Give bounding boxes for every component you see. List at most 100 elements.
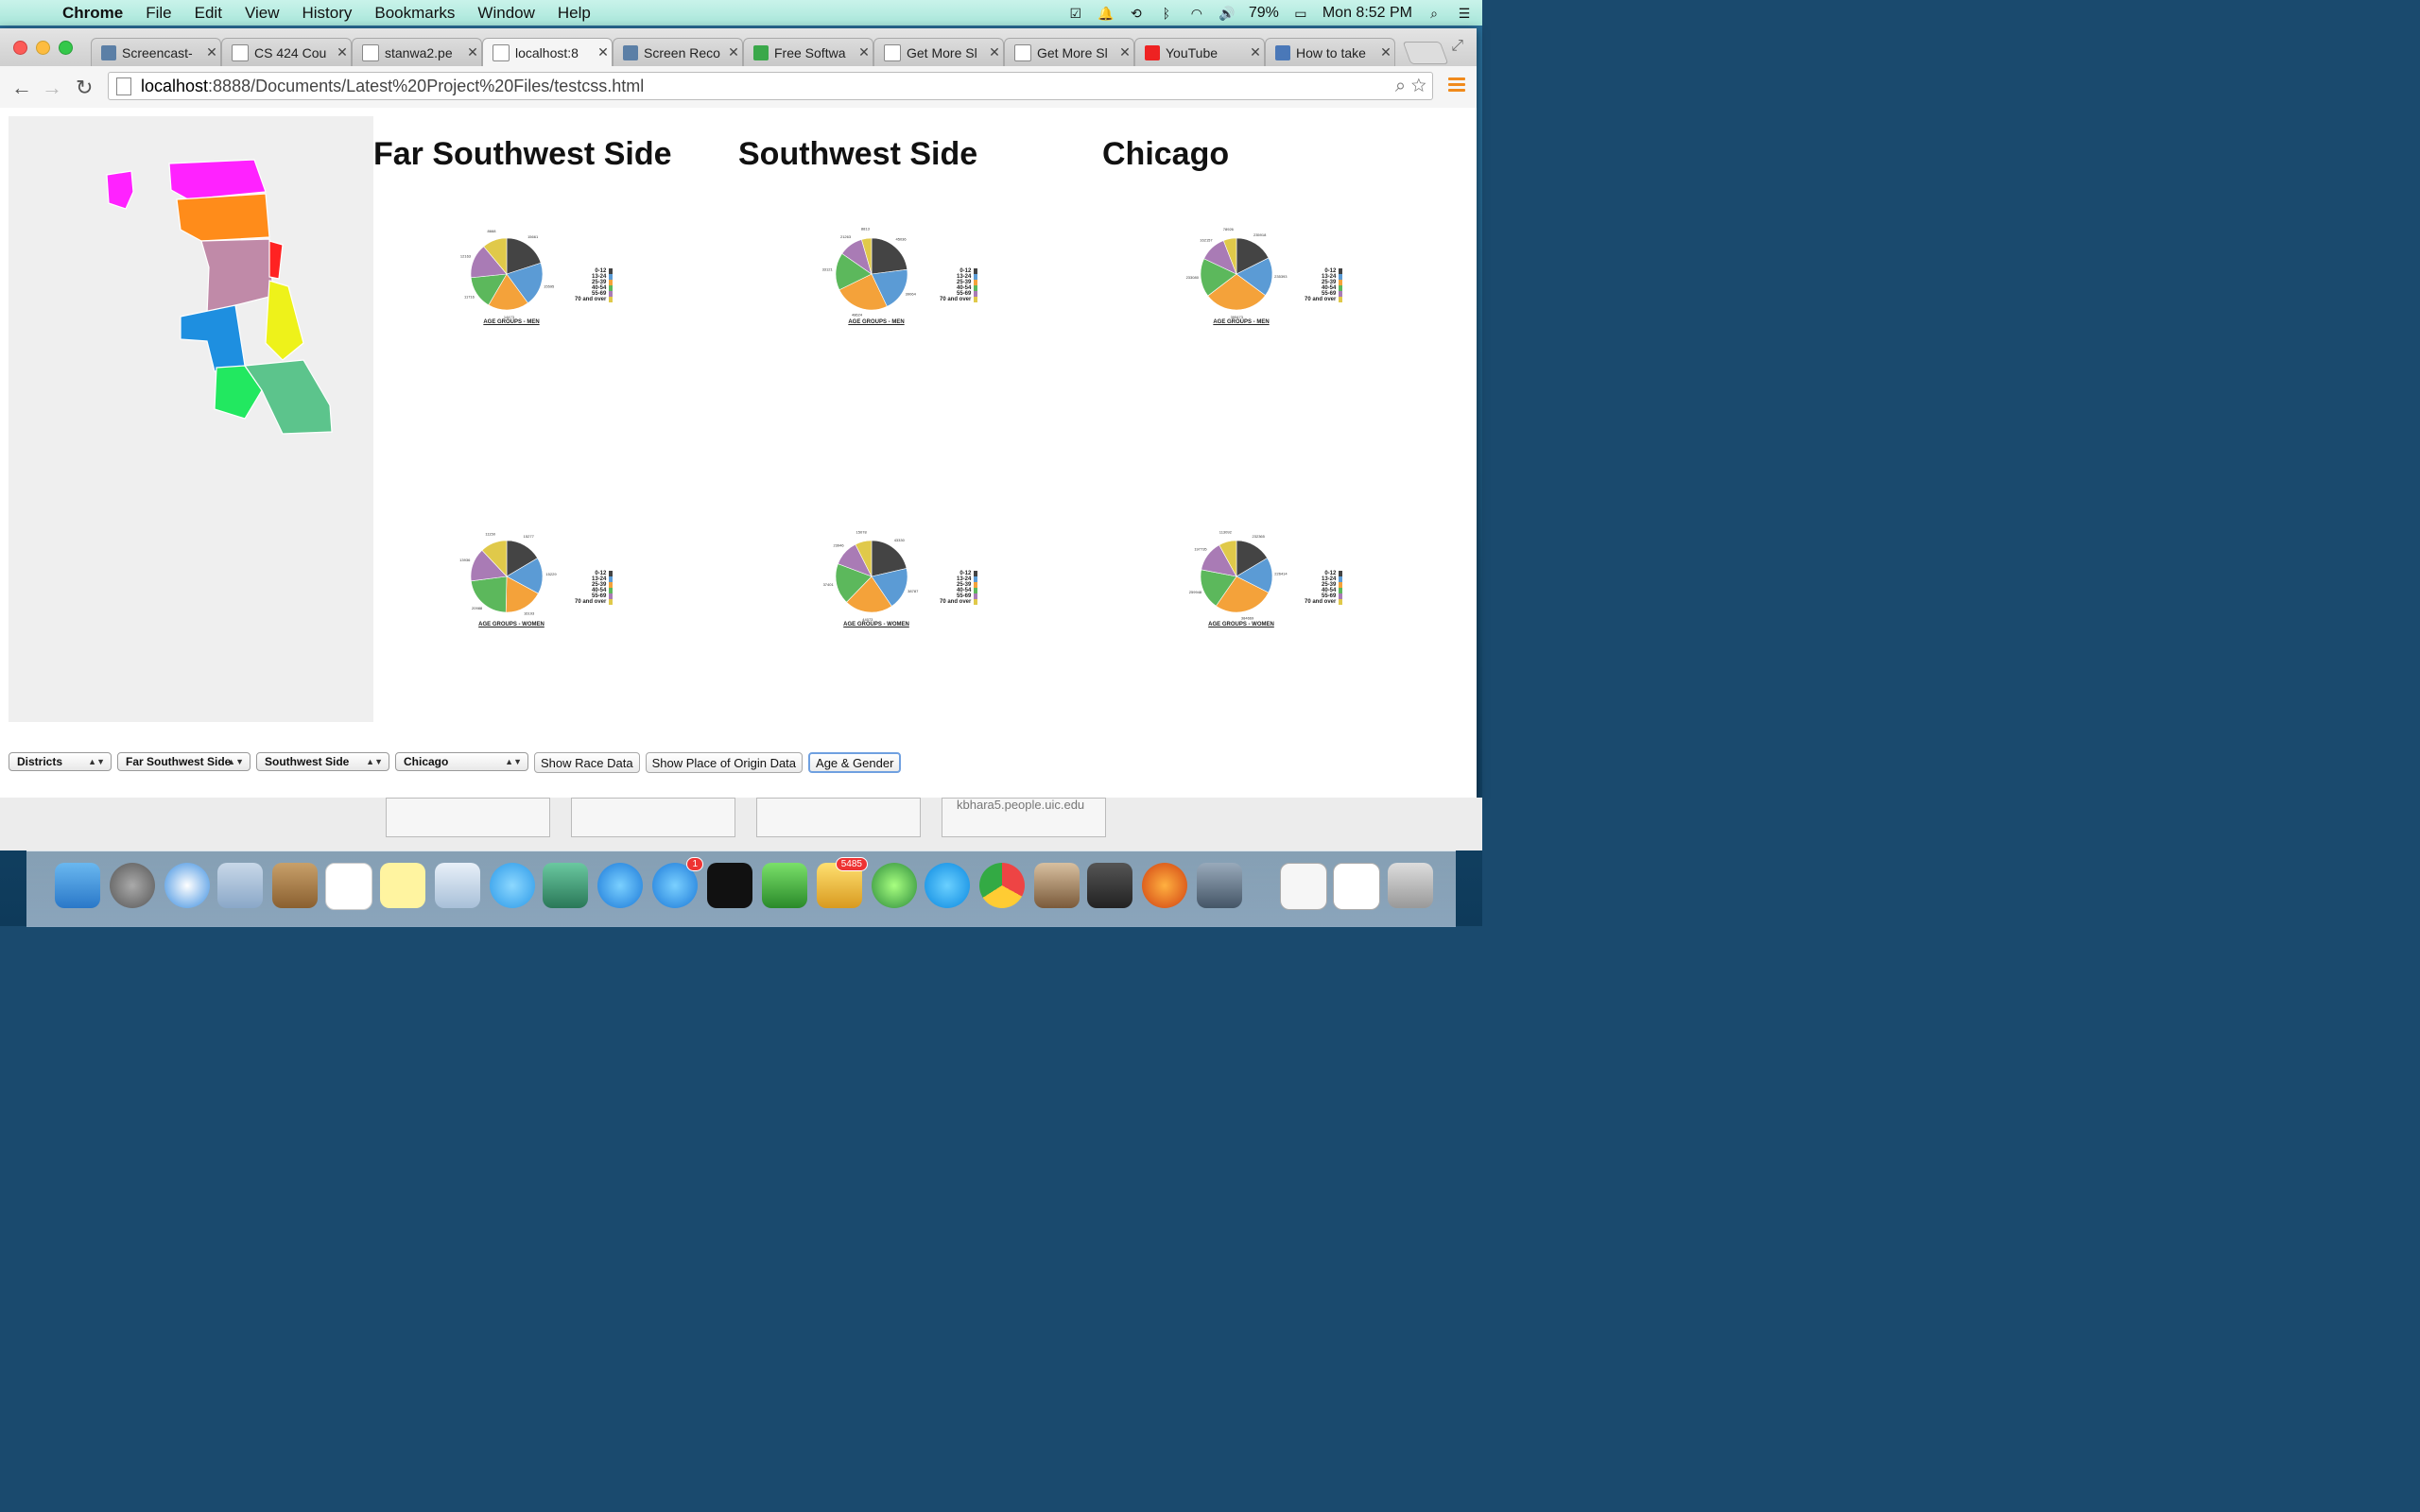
browser-tab[interactable]: YouTube ✕ (1134, 38, 1265, 66)
document-thumbnail[interactable] (571, 798, 735, 837)
list-menu-icon[interactable]: ☰ (1456, 6, 1473, 21)
region2-select[interactable]: Southwest Side ▲▼ (256, 752, 389, 771)
menu-file[interactable]: File (146, 4, 171, 23)
trash-icon[interactable] (1388, 863, 1433, 908)
downloader-icon[interactable] (872, 863, 917, 908)
menu-window[interactable]: Window (477, 4, 534, 23)
district-region[interactable] (106, 170, 134, 210)
menu-bookmarks[interactable]: Bookmarks (374, 4, 455, 23)
browser-tab[interactable]: Get More Sl ✕ (1004, 38, 1134, 66)
district-region[interactable] (180, 304, 246, 372)
battery-percent[interactable]: 79% (1249, 5, 1279, 22)
preview-icon[interactable] (1034, 863, 1080, 908)
fullscreen-icon[interactable]: ⤢ (1451, 38, 1463, 55)
menu-app-name[interactable]: Chrome (62, 4, 123, 23)
browser-tab[interactable]: Get More Sl ✕ (873, 38, 1004, 66)
close-tab-icon[interactable]: ✕ (203, 44, 220, 60)
sublime-text-icon[interactable] (1087, 863, 1132, 908)
zoom-window-button[interactable] (59, 41, 73, 55)
browser-tab[interactable]: Screencast- ✕ (91, 38, 221, 66)
minimize-window-button[interactable] (36, 41, 50, 55)
browser-tab[interactable]: localhost:8 ✕ (482, 38, 613, 66)
close-tab-icon[interactable]: ✕ (595, 44, 612, 60)
messages-icon[interactable] (490, 863, 535, 908)
chrome-icon[interactable] (979, 863, 1025, 908)
notes-icon[interactable] (380, 863, 425, 908)
chicago-district-map[interactable] (103, 154, 339, 438)
search-icon[interactable]: ⌕ (1395, 76, 1406, 96)
document-stack-icon[interactable] (1280, 863, 1327, 910)
district-region[interactable] (176, 193, 270, 242)
finder-icon[interactable] (55, 863, 100, 908)
clock[interactable]: Mon 8:52 PM (1322, 5, 1412, 22)
close-tab-icon[interactable]: ✕ (725, 44, 742, 60)
volume-icon[interactable]: 🔊 (1219, 6, 1236, 21)
close-tab-icon[interactable]: ✕ (856, 44, 873, 60)
back-arrow-icon[interactable]: ← (11, 76, 32, 100)
spotlight-search-icon[interactable]: ⌕ (1426, 6, 1443, 21)
district-region[interactable] (265, 280, 304, 361)
browser-tab[interactable]: stanwa2.pe ✕ (352, 38, 482, 66)
bluetooth-icon[interactable]: ᛒ (1158, 6, 1175, 21)
districts-select[interactable]: Districts ▲▼ (9, 752, 112, 771)
close-tab-icon[interactable]: ✕ (986, 44, 1003, 60)
contacts-icon[interactable] (272, 863, 318, 908)
pie-legend: 0-12 13-24 25-39 40-54 55-69 70 and over (575, 571, 614, 605)
wifi-icon[interactable]: ◠ (1188, 6, 1205, 21)
terminal-icon[interactable] (707, 863, 752, 908)
safari-icon[interactable] (164, 863, 210, 908)
spreadsheet-stack-icon[interactable] (1333, 863, 1380, 910)
reload-icon[interactable]: ↻ (76, 76, 93, 100)
mail-stamp-icon[interactable] (217, 863, 263, 908)
legend-swatch (974, 599, 978, 605)
region3-select[interactable]: Chicago ▲▼ (395, 752, 528, 771)
notification-bell-icon[interactable]: 🔔 (1098, 6, 1115, 21)
document-thumbnail[interactable] (386, 798, 550, 837)
district-region[interactable] (200, 238, 274, 316)
launchpad-icon[interactable] (110, 863, 155, 908)
menu-edit[interactable]: Edit (195, 4, 222, 23)
close-window-button[interactable] (13, 41, 27, 55)
maps-icon[interactable] (435, 863, 480, 908)
legend-label: 70 and over (940, 599, 972, 605)
calendar-icon[interactable] (325, 863, 372, 910)
firefox-icon[interactable] (1142, 863, 1187, 908)
time-machine-icon[interactable]: ⟲ (1128, 6, 1145, 21)
forward-arrow-icon[interactable]: → (42, 76, 62, 100)
tab-title: Get More Sl (1037, 44, 1108, 60)
show-race-data-button[interactable]: Show Race Data (534, 752, 640, 773)
close-tab-icon[interactable]: ✕ (1247, 44, 1264, 60)
browser-tab[interactable]: CS 424 Cou ✕ (221, 38, 352, 66)
new-tab-button[interactable] (1402, 42, 1449, 64)
app-store-icon[interactable]: 1 (652, 857, 703, 908)
close-tab-icon[interactable]: ✕ (464, 44, 481, 60)
chrome-menu-icon[interactable] (1448, 77, 1465, 94)
browser-tab[interactable]: Free Softwa ✕ (743, 38, 873, 66)
photo-booth-icon[interactable] (543, 863, 588, 908)
menu-history[interactable]: History (302, 4, 352, 23)
close-tab-icon[interactable]: ✕ (1377, 44, 1394, 60)
document-thumbnail[interactable] (756, 798, 921, 837)
pie-slice[interactable] (871, 237, 908, 275)
browser-tab[interactable]: Screen Reco ✕ (613, 38, 743, 66)
region1-select[interactable]: Far Southwest Side ▲▼ (117, 752, 251, 771)
age-gender-button[interactable]: Age & Gender (808, 752, 902, 773)
close-tab-icon[interactable]: ✕ (1116, 44, 1133, 60)
district-region[interactable] (268, 240, 284, 280)
url-text[interactable]: localhost:8888/Documents/Latest%20Projec… (141, 77, 644, 96)
close-tab-icon[interactable]: ✕ (334, 44, 351, 60)
excel-icon[interactable] (762, 863, 807, 908)
screencast-o-matic-icon[interactable] (1197, 863, 1242, 908)
itunes-icon[interactable] (597, 863, 643, 908)
address-bar[interactable]: localhost:8888/Documents/Latest%20Projec… (108, 72, 1433, 100)
district-region[interactable] (168, 159, 267, 200)
bookmark-star-icon[interactable]: ☆ (1411, 76, 1426, 96)
browser-tab[interactable]: How to take ✕ (1265, 38, 1395, 66)
show-place-of-origin-button[interactable]: Show Place of Origin Data (645, 752, 804, 773)
menu-view[interactable]: View (245, 4, 280, 23)
menu-help[interactable]: Help (558, 4, 591, 23)
battery-icon[interactable]: ▭ (1292, 6, 1309, 21)
skype-icon[interactable] (925, 863, 970, 908)
mail-app-icon[interactable]: 5485 (817, 857, 868, 908)
checkmark-status-icon[interactable]: ☑ (1067, 6, 1084, 21)
